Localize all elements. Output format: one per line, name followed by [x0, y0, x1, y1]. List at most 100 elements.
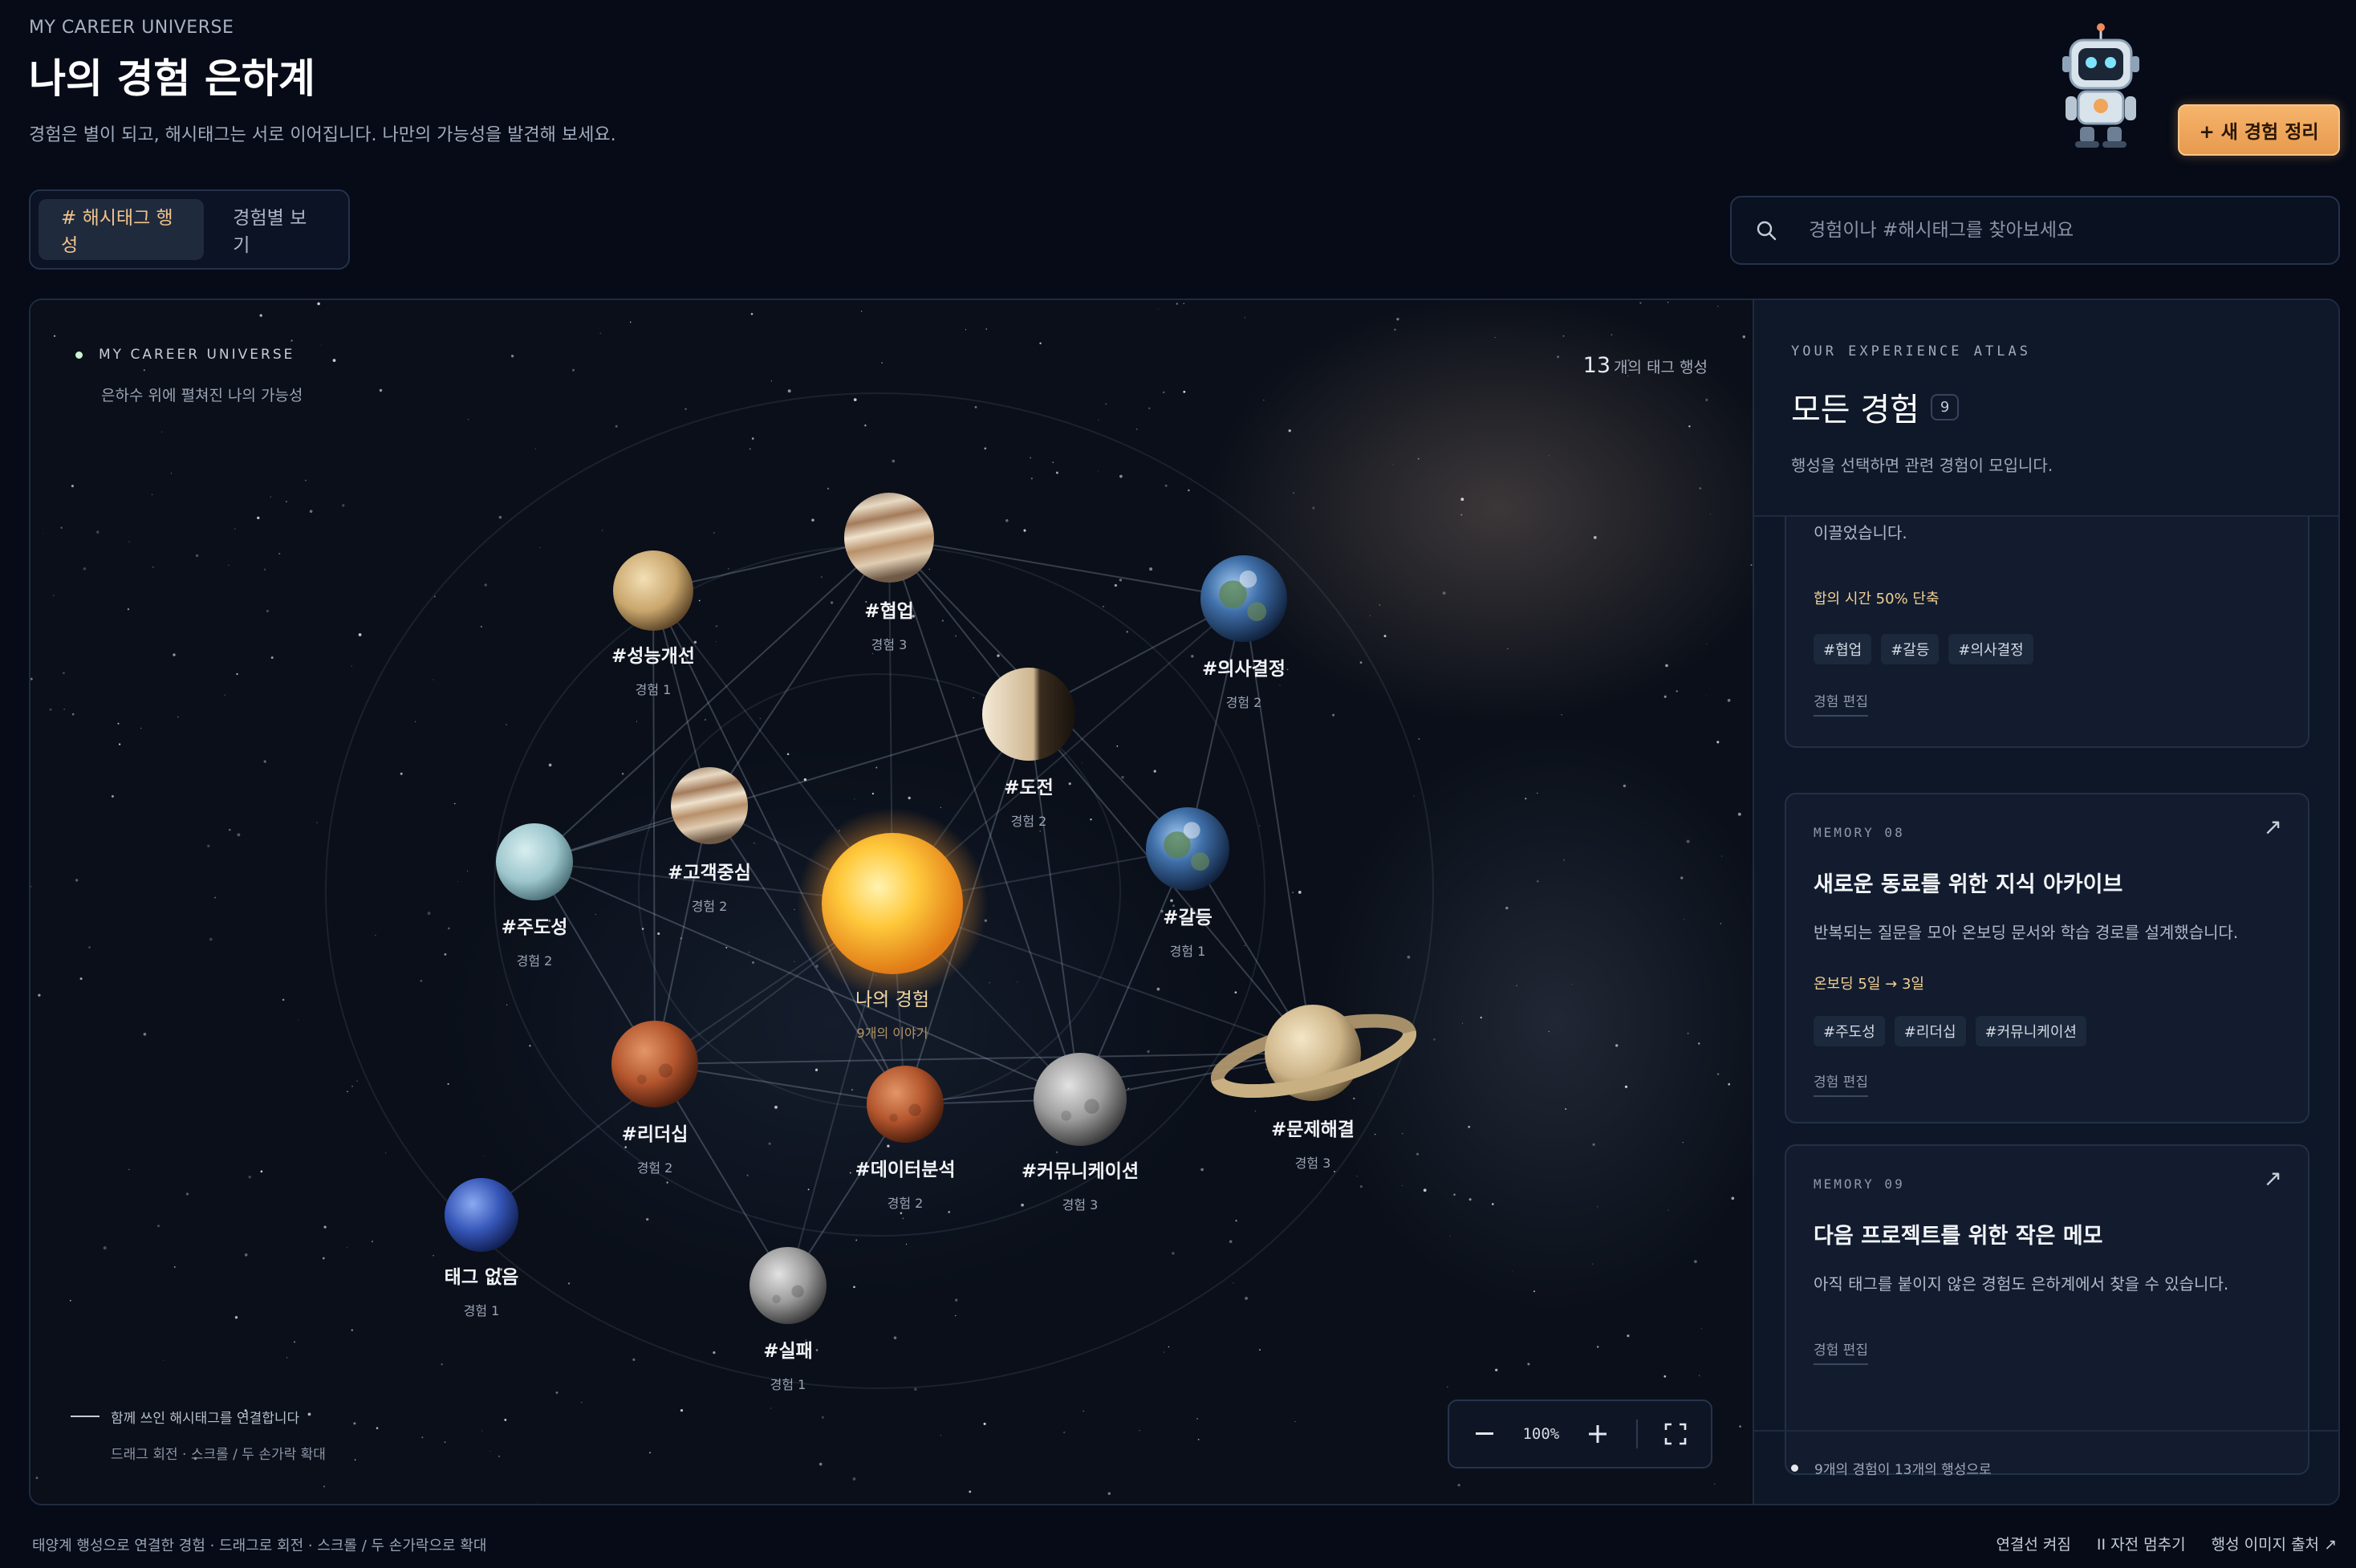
planet-name: 나의 경험 — [855, 989, 929, 1010]
legend-hint: 드래그 회전 · 스크롤 / 두 손가락 확대 — [111, 1447, 326, 1463]
status-dot-icon — [1791, 1464, 1798, 1472]
planet-customer[interactable] — [671, 767, 748, 844]
galaxy-map[interactable] — [30, 300, 1754, 1504]
planet-label[interactable]: #리더십경험 2 — [622, 1119, 689, 1176]
planet-label[interactable]: #커뮤니케이션 경험 3 — [1022, 1156, 1139, 1213]
tag-chip[interactable]: #협업 — [1814, 634, 1872, 664]
card-title: 다음 프로젝트를 위한 작은 메모 — [1814, 1224, 2103, 1249]
planet-label[interactable]: 태그 없음 경험 1 — [445, 1261, 519, 1319]
robot-mascot-icon — [2062, 23, 2139, 148]
footer-hint: 태양계 행성으로 연결한 경험 · 드래그로 회전 · 스크롤 / 두 손가락으… — [32, 1538, 487, 1554]
planet-count: 경험 3 — [1294, 1156, 1331, 1171]
card-metric: 온보딩 5일 → 3일 — [1814, 976, 1924, 993]
planet-label[interactable]: #주도성경험 2 — [502, 912, 568, 969]
zoom-level: 100% — [1522, 1425, 1560, 1443]
sun-my-experience[interactable] — [797, 808, 988, 999]
experience-sidebar: 서로 다른 관점을 문서로 정리하고, 공통의 판단 기준을 만들어 합의를 이… — [1754, 300, 2338, 1504]
fullscreen-icon — [1664, 1423, 1687, 1445]
planet-failure[interactable] — [749, 1247, 827, 1324]
planet-name: 태그 없음 — [444, 1267, 519, 1288]
footer-links: 연결선 켜짐 II 자전 멈추기 행성 이미지 출처 ↗ — [1996, 1533, 2337, 1554]
search-icon — [1757, 221, 1777, 241]
minus-icon — [1475, 1432, 1493, 1435]
galaxy-subtitle: 은하수 위에 펼쳐진 나의 가능성 — [101, 387, 303, 404]
planet-challenge[interactable] — [982, 668, 1075, 761]
image-credits-link[interactable]: 행성 이미지 출처 ↗ — [2212, 1533, 2337, 1554]
planet-count: 경험 2 — [516, 953, 553, 969]
planet-performance[interactable] — [613, 550, 693, 631]
card-description: 반복되는 질문을 모아 온보딩 문서와 학습 경로를 설계했습니다. — [1814, 923, 2239, 942]
experience-count-badge: 9 — [1930, 393, 1960, 420]
card-title: 새로운 동료를 위한 지식 아카이브 — [1814, 872, 2123, 897]
open-arrow-icon[interactable]: ↗ — [2264, 1165, 2282, 1192]
search-box — [1730, 196, 2340, 265]
planet-label[interactable]: #도전경험 2 — [1004, 772, 1054, 830]
sidebar-title: 모든 경험 9 — [1791, 384, 1960, 430]
zoom-controls: 100% — [1448, 1399, 1712, 1468]
planet-name: #도전 — [1004, 778, 1054, 798]
zoom-divider — [1635, 1420, 1638, 1448]
planet-count: 경험 2 — [636, 1160, 673, 1176]
planet-label[interactable]: #갈등 경험 1 — [1163, 902, 1213, 960]
planet-label[interactable]: #협업 경험 3 — [864, 595, 914, 653]
planet-count: 경험 3 — [871, 637, 908, 652]
sidebar-footer-text: 9개의 경험이 13개의 행성으로 — [1814, 1461, 1992, 1478]
tag-chip[interactable]: #커뮤니케이션 — [1975, 1016, 2086, 1046]
edit-experience-link[interactable]: 경험 편집 — [1814, 1070, 1868, 1097]
search-input[interactable] — [1809, 220, 2322, 241]
edit-experience-link[interactable]: 경험 편집 — [1814, 690, 1868, 717]
card-eyebrow: MEMORY 08 — [1814, 825, 1905, 840]
new-experience-button[interactable]: + 새 경험 정리 — [2178, 104, 2340, 156]
open-arrow-icon[interactable]: ↗ — [2264, 814, 2282, 840]
planet-label[interactable]: #데이터분석 경험 2 — [855, 1154, 955, 1212]
experience-card[interactable]: MEMORY 08 ↗ 새로운 동료를 위한 지식 아카이브 반복되는 질문을 … — [1785, 793, 2309, 1123]
tag-chip[interactable]: #의사결정 — [1948, 634, 2033, 664]
planet-untagged[interactable] — [445, 1178, 518, 1252]
tag-count-suffix: 개의 태그 행성 — [1614, 359, 1708, 376]
planet-name: #리더십 — [621, 1124, 689, 1145]
galaxy-eyebrow: MY CAREER UNIVERSE — [75, 347, 294, 363]
planet-cooperation[interactable] — [844, 493, 934, 583]
sun-label[interactable]: 나의 경험 9개의 이야기 — [855, 984, 929, 1042]
planet-name: #실패 — [763, 1341, 813, 1362]
planet-conflict[interactable] — [1146, 807, 1229, 891]
planet-count: 경험 2 — [1010, 814, 1047, 829]
planet-label[interactable]: #의사결정 경험 2 — [1202, 653, 1286, 711]
tag-chip[interactable]: #리더십 — [1894, 1016, 1966, 1046]
tag-chip[interactable]: #갈등 — [1881, 634, 1940, 664]
page-title: 나의 경험 은하계 — [29, 55, 315, 102]
planet-name: #주도성 — [501, 917, 568, 938]
experience-card-partial[interactable]: 서로 다른 관점을 문서로 정리하고, 공통의 판단 기준을 만들어 합의를 이… — [1785, 485, 2309, 748]
planet-label[interactable]: #성능개선 경험 1 — [611, 640, 695, 698]
sidebar-eyebrow: YOUR EXPERIENCE ATLAS — [1791, 343, 2031, 360]
planet-initiative[interactable] — [496, 823, 573, 900]
planet-label[interactable]: #고객중심 경험 2 — [668, 857, 751, 915]
card-metric: 합의 시간 50% 단축 — [1814, 591, 1940, 607]
page-subtitle: 경험은 별이 되고, 해시태그는 서로 이어집니다. 나만의 가능성을 발견해 … — [29, 125, 616, 145]
zoom-in-button[interactable] — [1582, 1418, 1614, 1450]
planet-label[interactable]: #문제해결 경험 3 — [1271, 1114, 1355, 1172]
tag-count: 13 개의 태그 행성 — [1583, 353, 1708, 378]
zoom-out-button[interactable] — [1468, 1418, 1501, 1450]
pause-rotation-link[interactable]: II 자전 멈추기 — [2097, 1533, 2186, 1554]
planet-name: #갈등 — [1163, 908, 1213, 928]
planet-label[interactable]: #실패경험 1 — [763, 1335, 813, 1393]
planet-data[interactable] — [867, 1066, 944, 1143]
planet-communication[interactable] — [1034, 1053, 1127, 1146]
planet-leadership[interactable] — [611, 1021, 698, 1107]
planet-count: 경험 2 — [691, 899, 728, 914]
main-panel: MY CAREER UNIVERSE 은하수 위에 펼쳐진 나의 가능성 13 개… — [29, 299, 2340, 1505]
edit-experience-link[interactable]: 경험 편집 — [1814, 1338, 1868, 1365]
toggle-connections-link[interactable]: 연결선 켜짐 — [1996, 1533, 2070, 1554]
tab-by-experience[interactable]: 경험별 보기 — [210, 199, 340, 260]
planet-decision[interactable] — [1200, 555, 1287, 642]
card-eyebrow: MEMORY 09 — [1814, 1176, 1905, 1192]
galaxy-canvas[interactable]: MY CAREER UNIVERSE 은하수 위에 펼쳐진 나의 가능성 13 개… — [30, 300, 1754, 1504]
planet-problem[interactable] — [1210, 1005, 1416, 1106]
tab-hashtag-planets[interactable]: # 해시태그 행성 — [39, 199, 205, 260]
experience-card[interactable]: MEMORY 09 ↗ 다음 프로젝트를 위한 작은 메모 아직 태그를 붙이지… — [1785, 1144, 2309, 1475]
planet-count: 경험 1 — [770, 1377, 806, 1392]
planet-count: 경험 3 — [1062, 1197, 1099, 1213]
fullscreen-button[interactable] — [1659, 1418, 1692, 1450]
tag-chip[interactable]: #주도성 — [1814, 1016, 1885, 1046]
